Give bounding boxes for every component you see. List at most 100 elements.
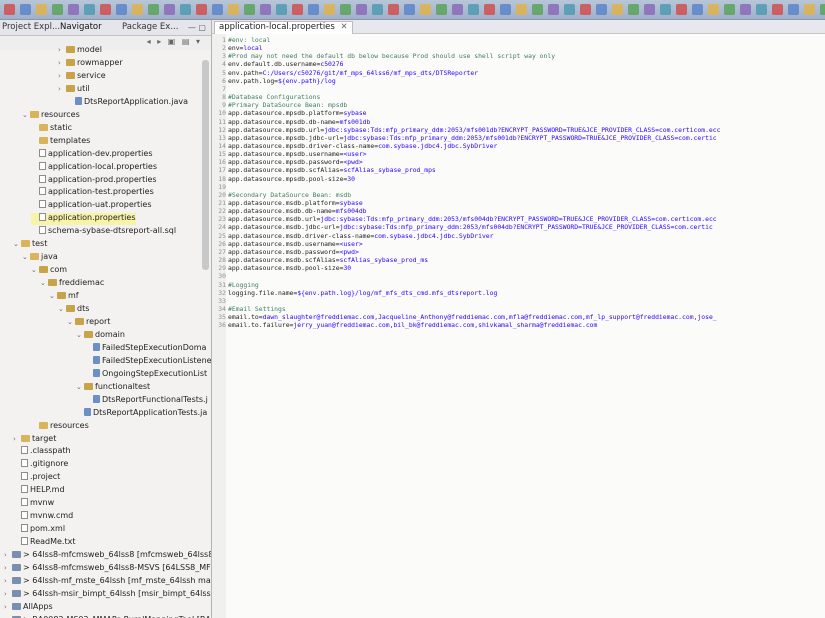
toolbar-button[interactable] xyxy=(532,4,543,15)
tree-item[interactable]: FailedStepExecutionListene xyxy=(85,355,211,368)
toolbar-button[interactable] xyxy=(324,4,335,15)
tree-item[interactable]: › > 64lss8-mfcmsweb_64lss8 [mfcmsweb_64ls… xyxy=(4,550,211,562)
tree-item[interactable]: ⌄ com xyxy=(31,265,67,277)
toolbar-button[interactable] xyxy=(660,4,671,15)
toolbar-button[interactable] xyxy=(404,4,415,15)
toolbar-button[interactable] xyxy=(164,4,175,15)
toolbar-button[interactable] xyxy=(500,4,511,15)
toolbar-button[interactable] xyxy=(756,4,767,15)
chevron-right-icon[interactable]: › xyxy=(58,85,66,93)
tree-item[interactable]: resources xyxy=(31,421,89,433)
tree-item[interactable]: ⌄ dts xyxy=(58,304,89,316)
chevron-down-icon[interactable]: ⌄ xyxy=(22,111,30,119)
tree-item[interactable]: .gitignore xyxy=(13,459,68,471)
tree-item[interactable]: application-test.properties xyxy=(31,187,154,199)
toolbar-button[interactable] xyxy=(388,4,399,15)
toolbar-button[interactable] xyxy=(788,4,799,15)
chevron-down-icon[interactable]: ⌄ xyxy=(76,331,84,339)
tree-item[interactable]: › > 64lssh-msir_bimpt_64lssh [msir_bimpt_… xyxy=(4,589,211,601)
toolbar-button[interactable] xyxy=(420,4,431,15)
chevron-down-icon[interactable]: ⌄ xyxy=(76,383,84,391)
chevron-down-icon[interactable]: ⌄ xyxy=(49,292,57,300)
chevron-right-icon[interactable]: › xyxy=(58,59,66,67)
tree-item[interactable]: › util xyxy=(58,84,90,96)
tree-item[interactable]: › AllApps xyxy=(4,602,53,614)
toolbar-button[interactable] xyxy=(548,4,559,15)
toolbar-button[interactable] xyxy=(84,4,95,15)
tree-item[interactable]: templates xyxy=(31,136,90,148)
view-minimize-icon[interactable]: — ▢ xyxy=(188,23,206,32)
tree-item[interactable]: ⌄ resources xyxy=(22,110,80,122)
tree-item[interactable]: schema-sybase-dtsreport-all.sql xyxy=(31,226,176,238)
tree-item[interactable]: › rowmapper xyxy=(58,58,123,70)
tree-item[interactable]: DtsReportApplication.java xyxy=(67,96,188,109)
tree-item[interactable]: DtsReportFunctionalTests.j xyxy=(85,394,208,407)
toolbar-button[interactable] xyxy=(36,4,47,15)
chevron-right-icon[interactable]: › xyxy=(4,551,12,559)
chevron-right-icon[interactable]: › xyxy=(13,435,21,443)
toolbar-button[interactable] xyxy=(180,4,191,15)
toolbar-button[interactable] xyxy=(596,4,607,15)
tree-item[interactable]: pom.xml xyxy=(13,524,65,536)
toolbar-button[interactable] xyxy=(516,4,527,15)
toolbar-button[interactable] xyxy=(116,4,127,15)
chevron-right-icon[interactable]: › xyxy=(4,590,12,598)
toolbar-button[interactable] xyxy=(212,4,223,15)
tree-item[interactable]: mvnw.cmd xyxy=(13,511,73,523)
toolbar-button[interactable] xyxy=(580,4,591,15)
toolbar-button[interactable] xyxy=(308,4,319,15)
toolbar-button[interactable] xyxy=(372,4,383,15)
toolbar-button[interactable] xyxy=(20,4,31,15)
tree-item[interactable]: ⌄ report xyxy=(67,317,110,329)
tree-item[interactable]: › > 64lssh-mf_mste_64lssh [mf_mste_64lssh… xyxy=(4,576,211,588)
tree-item[interactable]: OngoingStepExecutionList xyxy=(85,368,207,381)
toolbar-button[interactable] xyxy=(292,4,303,15)
toolbar-button[interactable] xyxy=(228,4,239,15)
toolbar-button[interactable] xyxy=(452,4,463,15)
chevron-down-icon[interactable]: ⌄ xyxy=(22,253,30,261)
toolbar-button[interactable] xyxy=(244,4,255,15)
tree-item[interactable]: ReadMe.txt xyxy=(13,537,75,549)
toolbar-button[interactable] xyxy=(804,4,815,15)
tree-item[interactable]: application-prod.properties xyxy=(31,174,157,187)
toolbar-button[interactable] xyxy=(276,4,287,15)
toolbar-button[interactable] xyxy=(340,4,351,15)
toolbar-button[interactable] xyxy=(100,4,111,15)
tree-item[interactable]: ⌄ mf xyxy=(49,291,79,303)
chevron-down-icon[interactable]: ⌄ xyxy=(13,240,21,248)
tree-item[interactable]: application-dev.properties xyxy=(31,148,153,161)
toolbar-button[interactable] xyxy=(260,4,271,15)
chevron-down-icon[interactable]: ⌄ xyxy=(67,318,75,326)
tree-item[interactable]: › service xyxy=(58,71,106,83)
chevron-right-icon[interactable]: › xyxy=(58,72,66,80)
toolbar-button[interactable] xyxy=(132,4,143,15)
toolbar-button[interactable] xyxy=(708,4,719,15)
tree-item[interactable]: .project xyxy=(13,472,60,484)
tree-item[interactable]: FailedStepExecutionDoma xyxy=(85,342,206,355)
toolbar-button[interactable] xyxy=(4,4,15,15)
toolbar-button[interactable] xyxy=(772,4,783,15)
view-toolbar-icons[interactable]: ◂ ▸ ▣ ▤ ▾ xyxy=(147,37,202,46)
toolbar-button[interactable] xyxy=(468,4,479,15)
chevron-right-icon[interactable]: › xyxy=(4,603,12,611)
toolbar-button[interactable] xyxy=(68,4,79,15)
chevron-down-icon[interactable]: ⌄ xyxy=(40,279,48,287)
tree-item[interactable]: › model xyxy=(58,45,102,57)
toolbar-button[interactable] xyxy=(740,4,751,15)
tree-item[interactable]: ⌄ freddiemac xyxy=(40,278,104,290)
tree-item[interactable]: ⌄ functionaltest xyxy=(76,382,150,394)
toolbar-button[interactable] xyxy=(356,4,367,15)
tree-item[interactable]: application-local.properties xyxy=(31,161,157,174)
chevron-down-icon[interactable]: ⌄ xyxy=(31,266,39,274)
toolbar-button[interactable] xyxy=(52,4,63,15)
tree-item[interactable]: .classpath xyxy=(13,446,71,458)
tree-item[interactable]: ⌄ domain xyxy=(76,330,125,342)
close-icon[interactable]: ✕ xyxy=(341,22,348,32)
tree-item[interactable]: › > 64lss8-mfcmsweb_64lss8-MSVS [64LSS8_M… xyxy=(4,563,211,575)
tab-project-explorer[interactable]: Project Expl... xyxy=(2,22,60,32)
chevron-right-icon[interactable]: › xyxy=(4,577,12,585)
toolbar-button[interactable] xyxy=(148,4,159,15)
tree-item[interactable]: › target xyxy=(13,434,56,446)
toolbar-button[interactable] xyxy=(676,4,687,15)
tab-package-explorer[interactable]: Package Ex... xyxy=(122,22,178,32)
